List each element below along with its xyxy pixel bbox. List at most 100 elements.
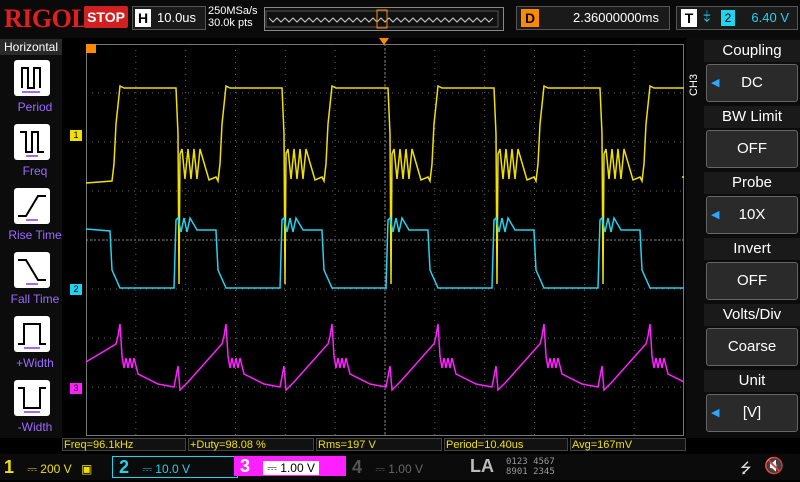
- menu-volts-div[interactable]: Volts/Div Coarse: [704, 304, 800, 368]
- la-bits-top: 0123 4567: [506, 457, 555, 467]
- measure-fall-time-label: Fall Time: [10, 292, 60, 306]
- positive-width-icon: [14, 316, 50, 352]
- run-stop-button[interactable]: STOP: [84, 6, 128, 28]
- menu-invert-title: Invert: [704, 238, 800, 260]
- freq-icon: [14, 124, 50, 160]
- ch1-scale: 200 V: [40, 462, 72, 476]
- menu-bw-limit-title: BW Limit: [704, 106, 800, 128]
- measure-negative-width-label: -Width: [17, 420, 53, 434]
- measure-freq[interactable]: Freq: [8, 124, 62, 184]
- brand-logo: RIGOL: [4, 4, 89, 33]
- ch2-status[interactable]: 2 ⎓ 10.0 V: [112, 456, 238, 478]
- menu-invert-value-box[interactable]: OFF: [706, 262, 798, 300]
- measure-positive-width[interactable]: +Width: [8, 316, 62, 376]
- negative-width-icon: [14, 380, 50, 416]
- measurement-freq[interactable]: Freq=96.1kHz: [62, 438, 186, 451]
- channel-menu-tag: CH3: [688, 73, 700, 96]
- ch1-ground-marker[interactable]: 1: [70, 130, 82, 141]
- ch3-ground-marker[interactable]: 3: [70, 383, 82, 394]
- measure-period[interactable]: Period: [8, 60, 62, 120]
- menu-volts-div-value: Coarse: [727, 338, 777, 355]
- dc-coupling-icon: ⎓: [142, 462, 152, 476]
- menu-unit-value: [V]: [742, 404, 762, 421]
- memory-overview-svg: [265, 9, 499, 29]
- trigger-display[interactable]: T ⤈ 2 6.40 V: [676, 6, 798, 30]
- measure-rise-time[interactable]: Rise Time: [8, 188, 62, 248]
- measure-menu-title: Horizontal: [0, 39, 62, 55]
- menu-invert[interactable]: Invert OFF: [704, 238, 800, 302]
- measurement-avg[interactable]: Avg=167mV: [570, 438, 686, 451]
- ch4-scale: 1.00 V: [388, 462, 423, 476]
- ch3-scale: 1.00 V: [280, 461, 315, 475]
- menu-bw-limit-value-box[interactable]: OFF: [706, 130, 798, 168]
- delay-badge: D: [521, 9, 539, 27]
- fall-time-icon: [14, 252, 50, 288]
- measurement-duty[interactable]: +Duty=98.08 %: [188, 438, 314, 451]
- logic-analyzer-label[interactable]: LA: [470, 456, 494, 477]
- ch3-scale-box: ⎓ 1.00 V: [263, 461, 319, 475]
- measure-fall-time[interactable]: Fall Time: [8, 252, 62, 312]
- selector-arrow-icon: ◀: [711, 77, 720, 89]
- menu-coupling-value-box[interactable]: ◀ DC: [706, 64, 798, 102]
- ch3-status[interactable]: 3 ⎓ 1.00 V: [234, 456, 346, 476]
- menu-probe-value: 10X: [738, 206, 766, 223]
- trigger-position-marker[interactable]: [86, 44, 96, 53]
- waveform-canvas: [85, 44, 741, 436]
- sample-rate: 250MSa/s: [208, 5, 258, 17]
- dc-coupling-icon: ⎓: [375, 462, 385, 476]
- measure-freq-label: Freq: [22, 164, 48, 178]
- measure-negative-width[interactable]: -Width: [8, 380, 62, 440]
- ch3-number: 3: [240, 456, 251, 476]
- menu-volts-div-value-box[interactable]: Coarse: [706, 328, 798, 366]
- menu-probe-value-box[interactable]: ◀ 10X: [706, 196, 798, 234]
- menu-coupling-value: DC: [741, 74, 763, 91]
- menu-coupling-title: Coupling: [704, 40, 800, 62]
- measurement-period[interactable]: Period=10.40us: [444, 438, 568, 451]
- horizontal-scale-display[interactable]: H 10.0us: [132, 6, 206, 30]
- horizontal-scale-value: 10.0us: [157, 10, 197, 25]
- ch1-status[interactable]: 1 ⎓ 200 V ▣: [4, 456, 110, 478]
- menu-unit[interactable]: Unit ◀ [V]: [704, 370, 800, 434]
- menu-coupling[interactable]: Coupling ◀ DC: [704, 40, 800, 104]
- measurement-rms[interactable]: Rms=197 V: [316, 438, 442, 451]
- dc-coupling-icon: ⎓: [267, 461, 277, 475]
- memory-overview-trace: [268, 17, 494, 23]
- trigger-time-marker[interactable]: [379, 38, 389, 45]
- usb-icon: ⭍: [740, 460, 752, 476]
- memory-waveform-overview[interactable]: [264, 7, 504, 31]
- measure-rise-time-label: Rise Time: [8, 228, 62, 242]
- sample-info: 250MSa/s 30.0k pts: [208, 5, 258, 29]
- menu-unit-title: Unit: [704, 370, 800, 392]
- selector-arrow-icon: ◀: [711, 209, 720, 221]
- menu-probe-title: Probe: [704, 172, 800, 194]
- memory-depth: 30.0k pts: [208, 17, 253, 29]
- menu-invert-value: OFF: [737, 272, 767, 289]
- menu-probe[interactable]: Probe ◀ 10X: [704, 172, 800, 236]
- menu-volts-div-title: Volts/Div: [704, 304, 800, 326]
- delay-value: 2.36000000ms: [572, 10, 659, 25]
- ch1-number: 1: [4, 457, 15, 477]
- ch4-status[interactable]: 4 ⎓ 1.00 V: [352, 456, 462, 478]
- ch2-scale: 10.0 V: [155, 462, 190, 476]
- horizontal-badge: H: [135, 9, 151, 27]
- trigger-level: 6.40 V: [751, 10, 789, 25]
- menu-unit-value-box[interactable]: ◀ [V]: [706, 394, 798, 432]
- measure-positive-width-label: +Width: [16, 356, 54, 370]
- rise-time-icon: [14, 188, 50, 224]
- falling-edge-icon: ⤈: [703, 8, 711, 25]
- dc-coupling-icon: ⎓: [27, 462, 37, 476]
- ch4-number: 4: [352, 457, 363, 477]
- measure-period-label: Period: [17, 100, 53, 114]
- speaker-mute-icon[interactable]: 🔇: [764, 456, 784, 476]
- trigger-badge: T: [681, 9, 697, 27]
- period-icon: [14, 60, 50, 96]
- trigger-source: 2: [721, 10, 735, 26]
- menu-bw-limit-value: OFF: [737, 140, 767, 157]
- logic-analyzer-bits: 0123 4567 8901 2345: [506, 457, 555, 477]
- ch2-ground-marker[interactable]: 2: [70, 284, 82, 295]
- menu-bw-limit[interactable]: BW Limit OFF: [704, 106, 800, 170]
- selector-arrow-icon: ◀: [711, 407, 720, 419]
- bandwidth-limit-icon: ▣: [80, 462, 93, 476]
- waveform-display[interactable]: [85, 44, 741, 441]
- delay-display[interactable]: D 2.36000000ms: [516, 6, 670, 30]
